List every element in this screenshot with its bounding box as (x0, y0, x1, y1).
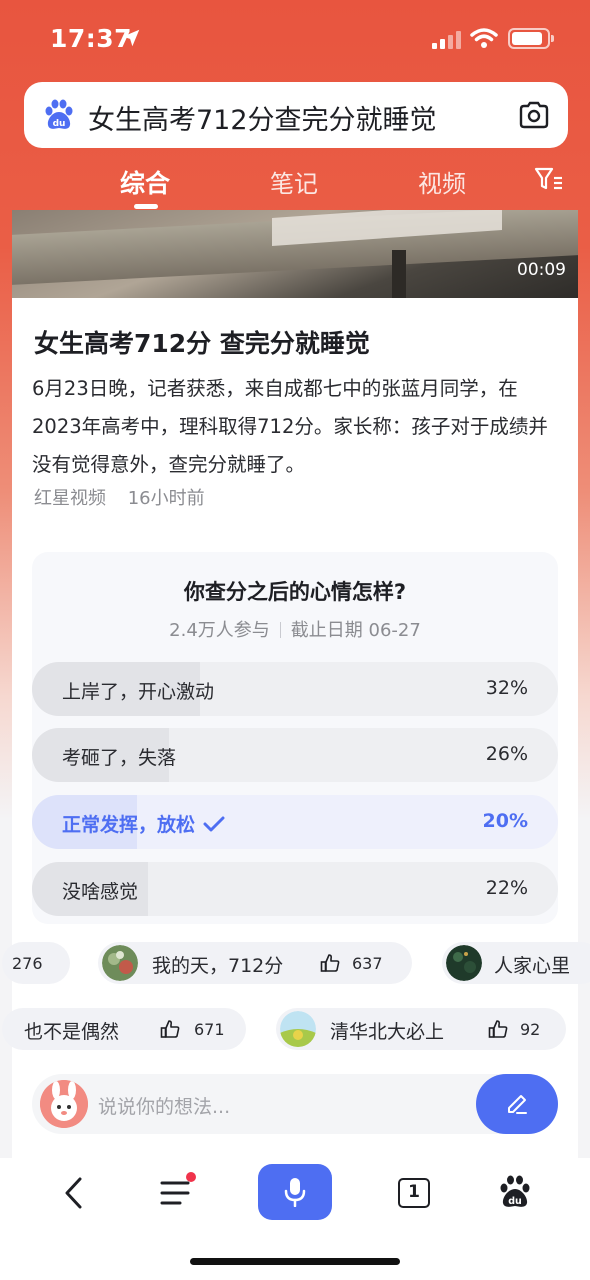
comment-pill[interactable]: 276 (2, 942, 70, 984)
battery-icon (508, 28, 554, 49)
poll-option[interactable]: 考砸了，失落 26% (32, 728, 558, 782)
comment-text: 人家心里 (494, 955, 571, 977)
comment-text: 我的天，712分 (152, 955, 284, 977)
avatar (280, 1011, 316, 1047)
comment-pill[interactable]: 我的天，712分 637 (98, 942, 412, 984)
article-source: 红星视频 (34, 488, 106, 509)
thumbs-up-icon[interactable] (160, 1019, 180, 1039)
poll-participants: 2.4万人参与 (169, 620, 270, 641)
comment-text: 也不是偶然 (24, 1021, 120, 1043)
poll-option-selected[interactable]: 正常发挥，放松 20% (32, 795, 558, 849)
avatar (40, 1080, 88, 1128)
comment-pill[interactable]: 人家心里 (442, 942, 590, 984)
svg-text:du: du (508, 1196, 522, 1207)
location-arrow-icon (122, 29, 140, 47)
search-tabs: 综合 笔记 视频 (0, 158, 590, 209)
poll-option-percent: 20% (482, 810, 528, 832)
like-count: 637 (352, 954, 383, 973)
write-comment-button[interactable] (476, 1074, 558, 1134)
camera-icon[interactable] (518, 99, 550, 131)
poll-option-percent: 32% (485, 677, 528, 699)
poll-option-label: 上岸了，开心激动 (62, 681, 215, 703)
comment-placeholder: 说说你的想法... (98, 1096, 231, 1118)
like-count: 92 (520, 1020, 541, 1039)
avatar (446, 945, 482, 981)
search-query[interactable]: 女生高考712分查完分就睡觉 (88, 98, 437, 137)
thumbs-up-icon[interactable] (488, 1019, 508, 1039)
poll-option-label: 考砸了，失落 (62, 747, 177, 769)
like-count: 276 (12, 954, 43, 973)
tab-video[interactable]: 视频 (418, 164, 466, 199)
menu-button[interactable] (160, 1172, 196, 1208)
cellular-signal-icon (432, 31, 461, 49)
tab-switcher-button[interactable]: 1 (398, 1178, 430, 1208)
wifi-icon (470, 28, 498, 48)
poll-option-percent: 26% (485, 743, 528, 765)
baidu-paw-icon[interactable]: du (498, 1174, 532, 1210)
result-card: 00:09 女生高考712分 查完分就睡觉 6月23日晚，记者获悉，来自成都七中… (2, 210, 590, 1160)
microphone-icon (284, 1178, 306, 1207)
menu-lines-icon (160, 1181, 190, 1205)
poll-option-label: 没啥感觉 (62, 881, 139, 903)
voice-search-button[interactable] (258, 1164, 332, 1220)
thumbs-up-icon[interactable] (320, 953, 340, 973)
search-box[interactable]: du 女生高考712分查完分就睡觉 (24, 82, 568, 148)
poll-option-label: 正常发挥，放松 (62, 810, 225, 837)
comment-text: 清华北大必上 (330, 1021, 445, 1043)
tab-notes[interactable]: 笔记 (270, 164, 318, 199)
poll-info: 2.4万人参与 截止日期 06-27 (32, 616, 558, 642)
article-time: 16小时前 (127, 488, 205, 509)
video-duration: 00:09 (517, 260, 566, 280)
poll-deadline: 截止日期 06-27 (290, 620, 421, 641)
home-indicator (190, 1258, 400, 1265)
pencil-icon (508, 1095, 527, 1114)
like-count: 671 (194, 1020, 225, 1039)
poll-question: 你查分之后的心情怎样? (183, 580, 407, 604)
poll-option[interactable]: 上岸了，开心激动 32% (32, 662, 558, 716)
status-bar: 17:37 (0, 0, 590, 80)
comment-pill[interactable]: 清华北大必上 92 (276, 1008, 566, 1050)
baidu-paw-icon: du (45, 99, 73, 129)
avatar (102, 945, 138, 981)
article-title[interactable]: 女生高考712分 查完分就睡觉 (34, 324, 370, 360)
back-arrow-icon[interactable] (60, 1176, 90, 1210)
poll-option-percent: 22% (485, 877, 528, 899)
notification-dot (186, 1172, 196, 1182)
checkmark-icon (203, 816, 225, 832)
tab-comprehensive[interactable]: 综合 (120, 164, 170, 200)
poll-option[interactable]: 没啥感觉 22% (32, 862, 558, 916)
article-summary: 6月23日晚，记者获悉，来自成都七中的张蓝月同学，在2023年高考中，理科取得7… (32, 377, 548, 476)
comment-pill[interactable]: 也不是偶然 671 (2, 1008, 246, 1050)
svg-text:du: du (53, 119, 66, 129)
article-meta: 红星视频 16小时前 (34, 484, 221, 510)
video-thumbnail[interactable]: 00:09 (12, 210, 578, 298)
poll-card: 你查分之后的心情怎样? 2.4万人参与 截止日期 06-27 上岸了，开心激动 3… (32, 552, 558, 924)
filter-icon[interactable] (534, 166, 564, 192)
active-tab-indicator (134, 204, 158, 209)
